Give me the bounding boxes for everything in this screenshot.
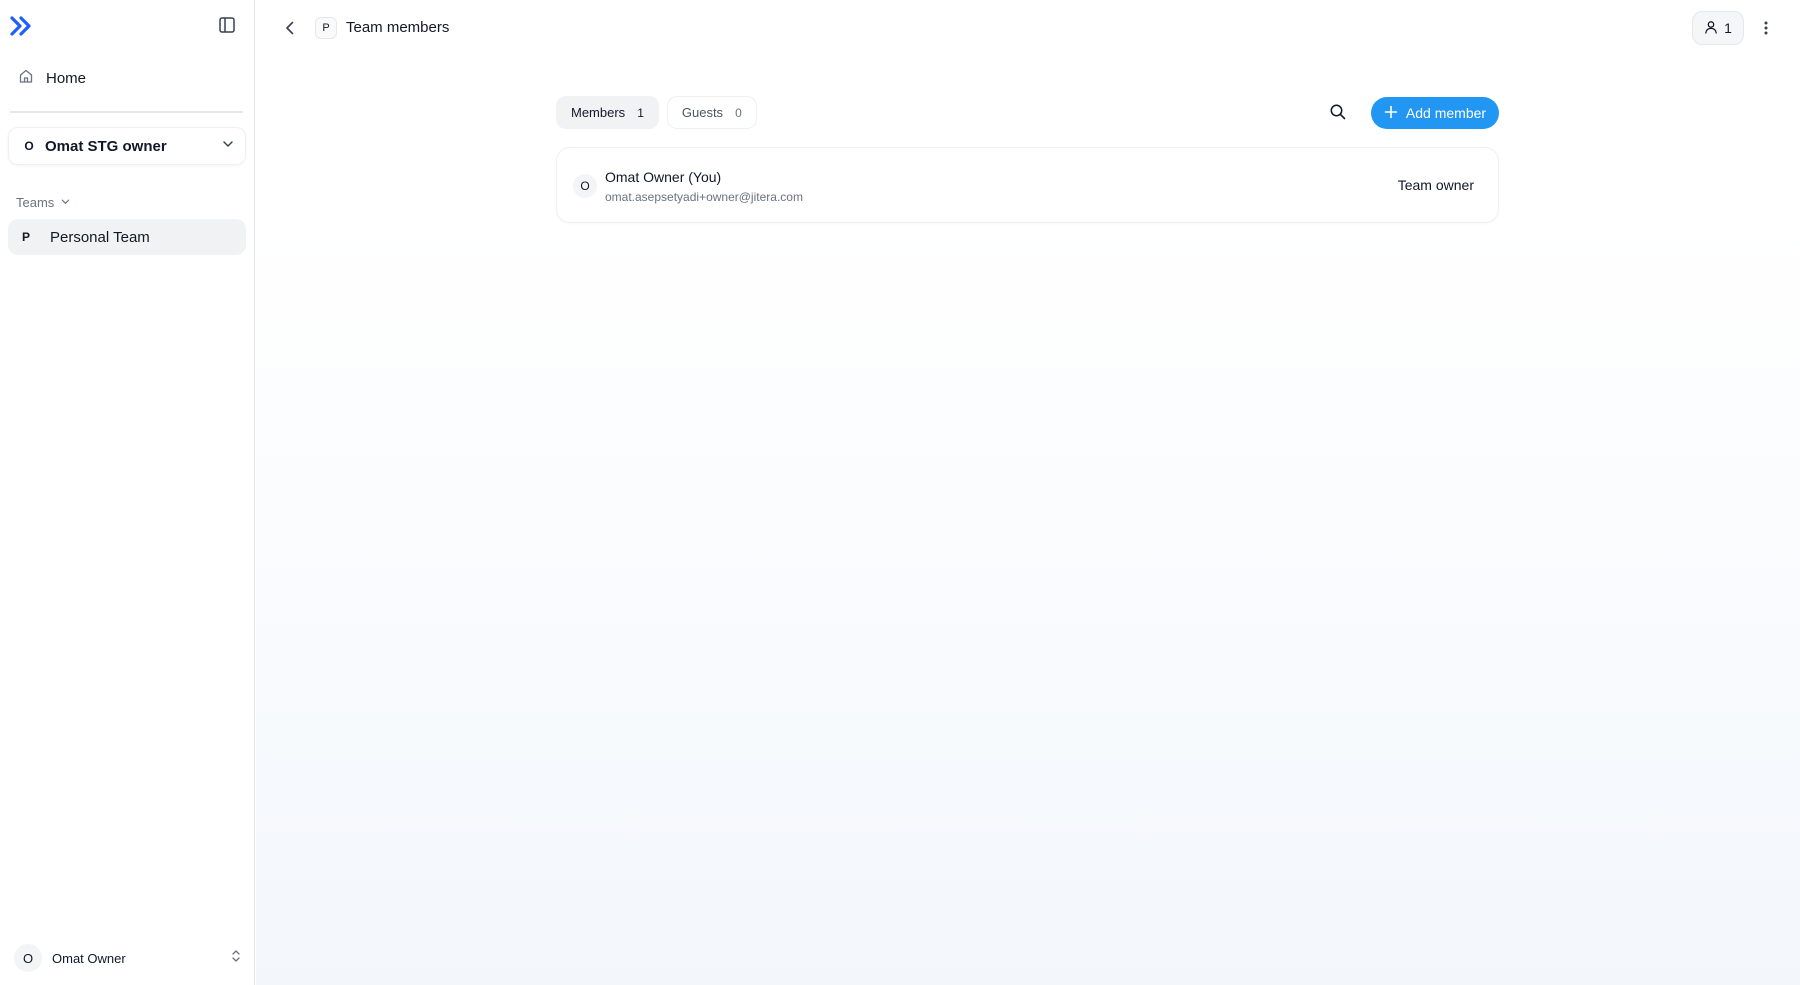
sidebar-item-home[interactable]: Home [10, 63, 246, 93]
avatar: O [573, 174, 597, 198]
organization-select[interactable]: O Omat STG owner [8, 127, 246, 165]
member-email: omat.asepsetyadi+owner@jitera.com [605, 190, 803, 204]
org-initial: O [24, 139, 34, 153]
member-count: 1 [1724, 20, 1732, 36]
sidebar-toggle-icon[interactable] [218, 16, 240, 36]
top-bar: P Team members 1 [256, 0, 1800, 56]
add-member-button[interactable]: Add member [1371, 97, 1499, 129]
team-name: Personal Team [50, 228, 150, 246]
page-title: Team members [346, 19, 450, 36]
user-name: Omat Owner [52, 950, 126, 966]
main-content: P Team members 1 Members 1 Guests 0 Add … [256, 0, 1800, 985]
member-tabs: Members 1 Guests 0 [556, 96, 757, 129]
tab-count: 0 [735, 105, 742, 120]
sidebar-item-personal-team[interactable]: P Personal Team [8, 219, 246, 255]
tab-members[interactable]: Members 1 [556, 96, 659, 129]
chevron-down-icon [60, 195, 71, 210]
tab-guests[interactable]: Guests 0 [666, 96, 757, 129]
teams-label: Teams [16, 195, 55, 210]
tab-count: 1 [637, 105, 644, 120]
more-vertical-icon[interactable] [1756, 16, 1776, 40]
user-menu[interactable]: O Omat Owner [14, 943, 242, 973]
tab-label: Members [571, 105, 626, 120]
team-badge: P [315, 17, 337, 39]
tab-label: Guests [681, 105, 724, 120]
org-name: Omat STG owner [45, 137, 167, 155]
search-icon[interactable] [1329, 103, 1349, 123]
list-item[interactable]: O Omat Owner (You) omat.asepsetyadi+owne… [556, 147, 1499, 223]
avatar: O [14, 944, 42, 972]
member-role: Team owner [1397, 177, 1474, 193]
plus-icon [1384, 105, 1398, 122]
chevron-down-icon [221, 137, 235, 156]
add-member-label: Add member [1405, 105, 1487, 121]
member-name: Omat Owner (You) [605, 169, 722, 185]
chevron-left-icon[interactable] [280, 18, 300, 38]
sidebar: Home O Omat STG owner Teams P Personal T… [0, 0, 255, 985]
teams-section-toggle[interactable]: Teams [16, 195, 71, 210]
user-icon [1704, 20, 1718, 37]
member-count-button[interactable]: 1 [1692, 11, 1744, 45]
logo-icon[interactable] [10, 15, 34, 37]
team-initial: P [22, 230, 31, 244]
divider [10, 111, 243, 113]
chevron-up-down-icon [230, 948, 242, 969]
home-icon [18, 68, 34, 89]
sidebar-item-label: Home [46, 69, 87, 87]
